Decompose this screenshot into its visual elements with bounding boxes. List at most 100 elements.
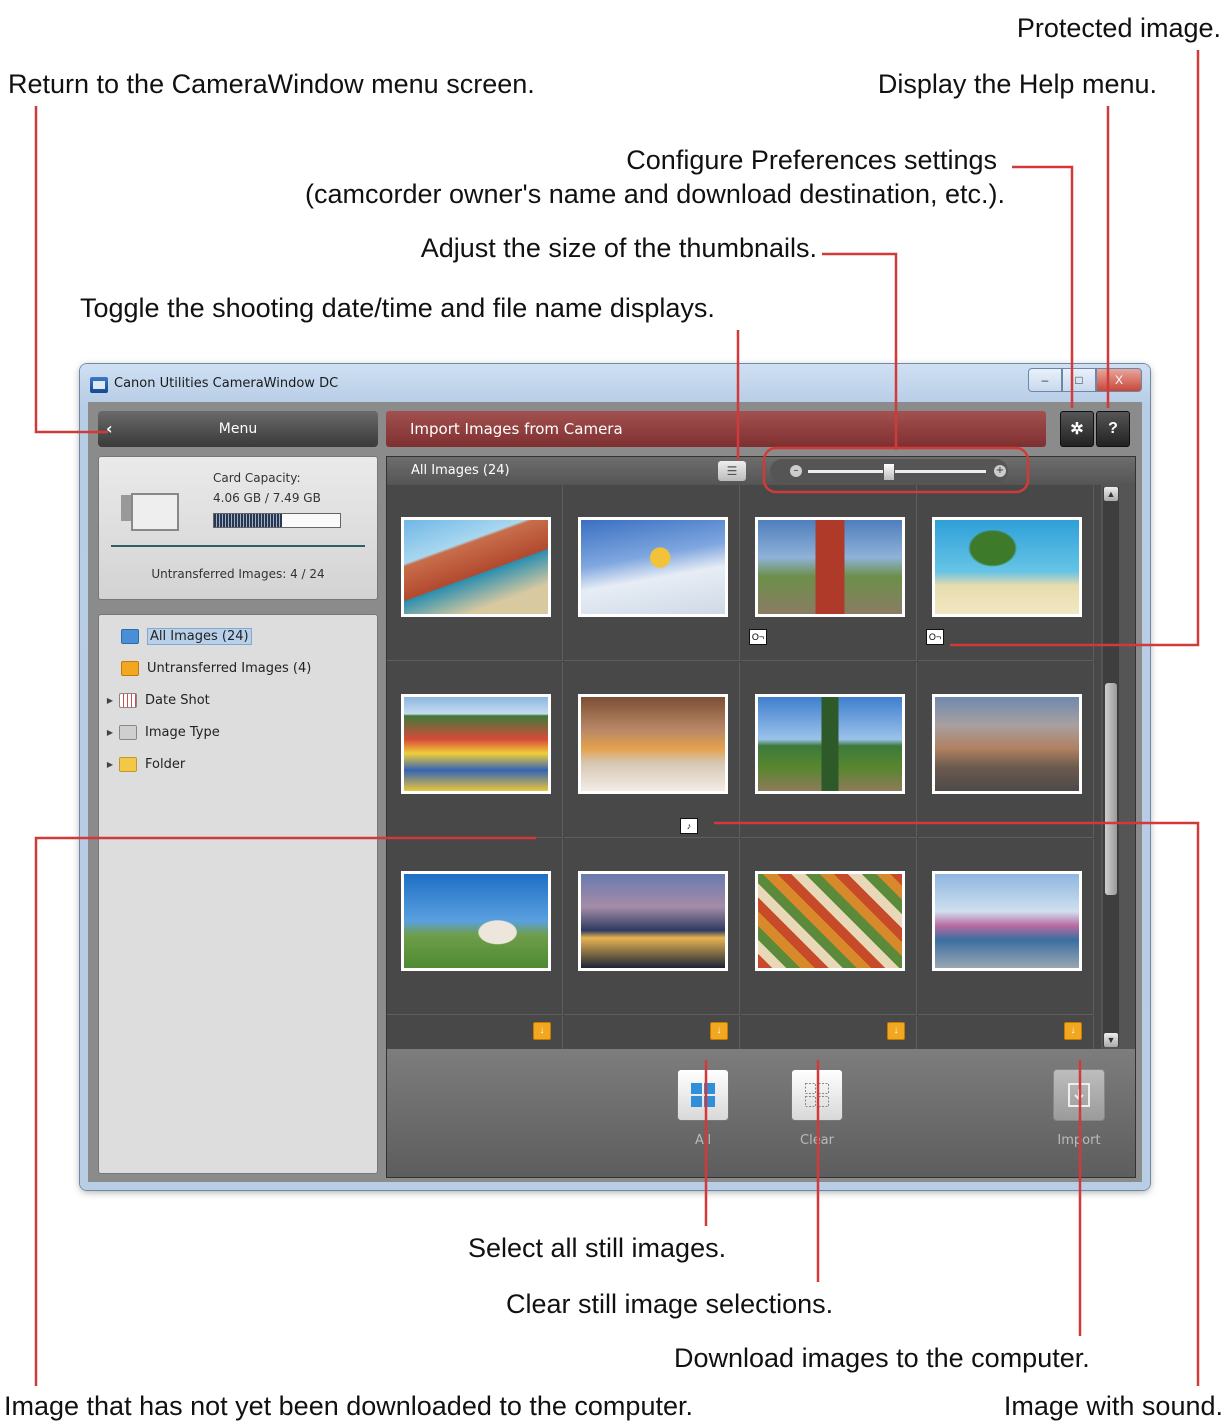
not-downloaded-icon: ↓ xyxy=(1064,1022,1082,1040)
thumbnail-cell[interactable] xyxy=(564,485,740,661)
close-button[interactable]: X xyxy=(1096,368,1142,392)
import-label: Import xyxy=(1057,1133,1101,1148)
camerawindow-app-window: Canon Utilities CameraWindow DC – □ X ‹ … xyxy=(80,364,1150,1190)
callout-download: Download images to the computer. xyxy=(674,1343,1090,1373)
thumbnail-cell[interactable]: O¬ xyxy=(918,485,1094,661)
all-images-icon xyxy=(121,628,139,644)
title-bar: Canon Utilities CameraWindow DC – □ X xyxy=(80,364,1150,402)
thumbnail-image[interactable] xyxy=(755,871,905,971)
tree-item-label: Date Shot xyxy=(145,692,210,708)
clear-selection-button[interactable] xyxy=(791,1069,843,1121)
thumbnail-cell[interactable]: ↓ xyxy=(741,1016,917,1049)
gear-icon: ✲ xyxy=(1070,421,1084,438)
thumbnail-image[interactable] xyxy=(578,694,728,794)
tree-item-untransferred[interactable]: Untransferred Images (4) xyxy=(121,657,311,679)
help-icon: ? xyxy=(1108,420,1118,437)
clear-selection-label: Clear xyxy=(800,1133,834,1148)
thumbnail-image[interactable] xyxy=(401,871,551,971)
minimize-button[interactable]: – xyxy=(1028,368,1062,392)
thumbnail-image[interactable] xyxy=(932,517,1082,617)
thumbnail-cell[interactable] xyxy=(387,662,563,838)
thumbnail-image[interactable] xyxy=(755,517,905,617)
select-all-icon xyxy=(691,1083,715,1107)
select-all-label: All xyxy=(694,1133,712,1148)
thumbnail-cell[interactable]: ↓ xyxy=(387,1016,563,1049)
maximize-button[interactable]: □ xyxy=(1062,368,1096,392)
thumbnail-cell[interactable]: ↓ xyxy=(564,1016,740,1049)
thumbnail-cell[interactable] xyxy=(387,839,563,1015)
thumbnail-image[interactable] xyxy=(932,871,1082,971)
select-all-button[interactable] xyxy=(677,1069,729,1121)
back-chevron-icon: ‹ xyxy=(106,419,113,438)
not-downloaded-icon: ↓ xyxy=(887,1022,905,1040)
window-title: Canon Utilities CameraWindow DC xyxy=(114,376,339,391)
thumbnail-cell[interactable] xyxy=(918,839,1094,1015)
tree-item-label: Image Type xyxy=(145,724,220,740)
thumbnail-cell[interactable]: ♪ xyxy=(564,662,740,838)
expand-arrow-icon[interactable]: ▶ xyxy=(101,696,119,705)
thumbnail-cell[interactable] xyxy=(387,485,563,661)
thumbnail-image[interactable] xyxy=(578,871,728,971)
thumbnail-image[interactable] xyxy=(401,694,551,794)
preferences-button[interactable]: ✲ xyxy=(1060,411,1094,447)
slider-handle[interactable] xyxy=(883,463,896,481)
callout-preferences-line1: Configure Preferences settings xyxy=(626,145,997,175)
card-capacity-panel: Card Capacity: 4.06 GB / 7.49 GB Untrans… xyxy=(98,456,378,600)
thumbnail-cell[interactable] xyxy=(918,662,1094,838)
import-header-title: Import Images from Camera xyxy=(410,420,623,438)
scroll-up-icon[interactable]: ▲ xyxy=(1104,487,1118,501)
thumbnail-grid: O¬ O¬ ♪ ↓ ↓ ↓ ↓ xyxy=(387,485,1101,1049)
thumbnail-cell[interactable] xyxy=(564,839,740,1015)
scroll-down-icon[interactable]: ▼ xyxy=(1104,1033,1118,1047)
callout-help-menu: Display the Help menu. xyxy=(877,69,1157,99)
thumbnail-size-slider[interactable]: – + xyxy=(770,459,1008,483)
callout-image-with-sound: Image with sound. xyxy=(1003,1391,1223,1421)
app-client-area: ‹ Menu Import Images from Camera ✲ ? Car… xyxy=(88,402,1142,1182)
thumbnail-image[interactable] xyxy=(578,517,728,617)
card-capacity-fill xyxy=(214,514,283,527)
help-button[interactable]: ? xyxy=(1096,411,1130,447)
thumbnail-cell[interactable]: O¬ xyxy=(741,485,917,661)
thumbnail-image[interactable] xyxy=(401,517,551,617)
vertical-scrollbar[interactable]: ▲ ▼ xyxy=(1103,487,1119,1047)
window-controls: – □ X xyxy=(1028,368,1142,392)
display-toggle-button[interactable]: ☰ xyxy=(718,461,746,481)
thumbnail-image[interactable] xyxy=(932,694,1082,794)
callout-thumbnail-size: Adjust the size of the thumbnails. xyxy=(420,233,817,263)
tree-item-all-images[interactable]: All Images (24) xyxy=(121,625,252,647)
import-header: Import Images from Camera xyxy=(386,411,1046,447)
not-downloaded-icon: ↓ xyxy=(533,1022,551,1040)
slider-track[interactable] xyxy=(808,470,986,473)
sound-icon: ♪ xyxy=(680,818,698,834)
menu-button-label: Menu xyxy=(218,421,258,437)
protected-icon: O¬ xyxy=(926,629,944,645)
thumbnail-cell[interactable] xyxy=(741,839,917,1015)
calendar-icon xyxy=(119,692,137,708)
protected-icon: O¬ xyxy=(749,629,767,645)
import-icon xyxy=(1068,1083,1090,1107)
grid-header-label: All Images (24) xyxy=(411,463,510,478)
menu-back-button[interactable]: ‹ Menu xyxy=(98,411,378,447)
zoom-out-icon[interactable]: – xyxy=(790,465,802,477)
callout-return-menu: Return to the CameraWindow menu screen. xyxy=(8,69,535,99)
thumbnail-cell[interactable]: ↓ xyxy=(918,1016,1094,1049)
expand-arrow-icon[interactable]: ▶ xyxy=(101,728,119,737)
image-category-tree: All Images (24) Untransferred Images (4)… xyxy=(98,614,378,1174)
tree-item-folder[interactable]: ▶ Folder xyxy=(101,753,185,775)
zoom-in-icon[interactable]: + xyxy=(994,465,1006,477)
thumbnail-image[interactable] xyxy=(755,694,905,794)
expand-arrow-icon[interactable]: ▶ xyxy=(101,760,119,769)
camcorder-lens-icon xyxy=(121,495,131,521)
tree-item-date-shot[interactable]: ▶ Date Shot xyxy=(101,689,210,711)
tree-item-image-type[interactable]: ▶ Image Type xyxy=(101,721,220,743)
clear-selection-icon xyxy=(805,1083,829,1107)
image-type-icon xyxy=(119,724,137,740)
thumbnail-cell[interactable] xyxy=(741,662,917,838)
scrollbar-thumb[interactable] xyxy=(1105,683,1117,895)
thumbnail-grid-panel: All Images (24) ☰ – + O¬ O¬ ♪ ↓ ↓ ↓ ↓ ▲ … xyxy=(386,456,1136,1178)
callout-protected-image: Protected image. xyxy=(1016,13,1221,43)
not-downloaded-icon: ↓ xyxy=(710,1022,728,1040)
camcorder-icon xyxy=(131,493,179,531)
import-button[interactable] xyxy=(1053,1069,1105,1121)
card-capacity-label: Card Capacity: xyxy=(213,471,301,485)
